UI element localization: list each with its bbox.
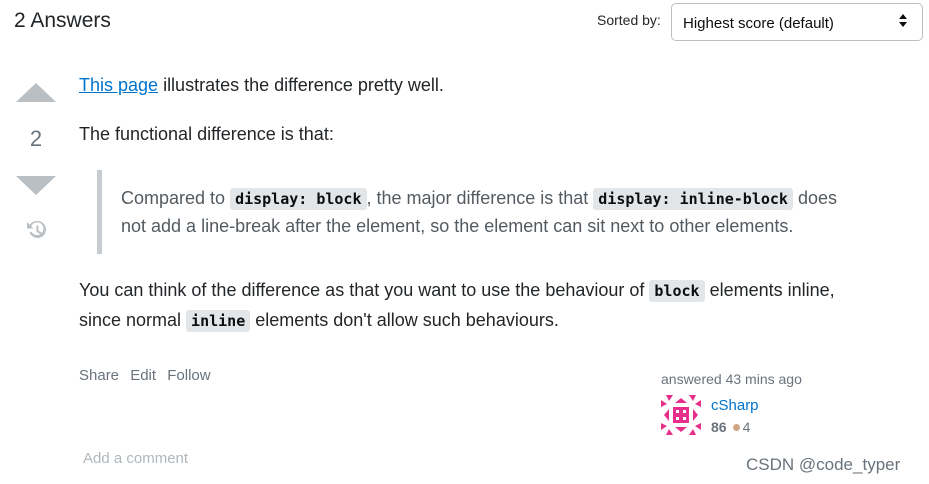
add-comment-link[interactable]: Add a comment <box>83 450 188 467</box>
inline-code: block <box>649 280 705 302</box>
quote-line-1: Compared to display: block, the major di… <box>121 188 837 210</box>
user-avatar[interactable] <box>661 395 701 435</box>
inline-code: display: inline-block <box>593 188 793 210</box>
share-link[interactable]: Share <box>79 367 119 384</box>
sort-select[interactable]: Highest score (default) <box>671 3 923 41</box>
watermark: CSDN @code_typer <box>746 455 901 474</box>
sort-label: Sorted by: <box>597 12 661 28</box>
sort-arrows-icon <box>899 12 909 32</box>
inline-code: display: block <box>230 188 367 210</box>
post-actions: Share Edit Follow <box>79 367 218 384</box>
follow-link[interactable]: Follow <box>167 367 210 384</box>
user-reputation: 86 4 <box>711 419 750 435</box>
inline-code: inline <box>186 310 251 332</box>
blockquote: Compared to display: block, the major di… <box>97 170 887 254</box>
vote-count: 2 <box>29 126 43 151</box>
quote-line-2: not add a line-break after the element, … <box>121 216 794 236</box>
user-name-link[interactable]: cSharp <box>711 397 759 414</box>
reputation-score: 86 <box>711 419 727 435</box>
downvote-button[interactable] <box>16 176 56 195</box>
this-page-link[interactable]: This page <box>79 75 158 95</box>
paragraph-1: This page illustrates the difference pre… <box>79 75 444 95</box>
upvote-button[interactable] <box>16 83 56 102</box>
bronze-badge-icon <box>732 424 740 432</box>
sort-selected-value: Highest score (default) <box>683 15 834 32</box>
answers-count-title: 2 Answers <box>14 9 111 32</box>
paragraph-2: The functional difference is that: <box>79 124 334 144</box>
history-icon[interactable] <box>24 218 48 242</box>
answered-time: answered 43 mins ago <box>661 371 802 387</box>
edit-link[interactable]: Edit <box>130 367 156 384</box>
paragraph-3: You can think of the difference as that … <box>79 280 835 332</box>
bronze-badge-count: 4 <box>742 419 751 435</box>
